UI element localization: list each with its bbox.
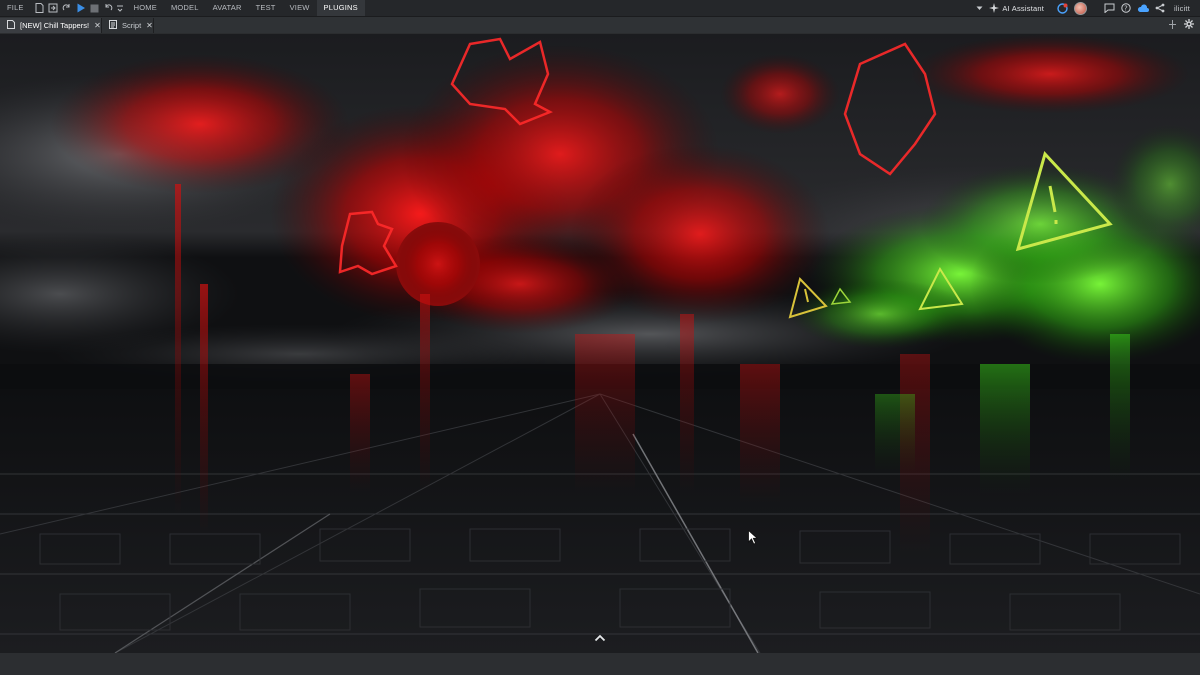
script-icon bbox=[109, 20, 117, 31]
cloud-icon[interactable] bbox=[1137, 3, 1150, 13]
tab-home[interactable]: HOME bbox=[127, 0, 164, 16]
redo-arrow-icon[interactable] bbox=[62, 3, 72, 13]
help-icon[interactable]: ? bbox=[1121, 3, 1131, 13]
close-icon[interactable]: ✕ bbox=[146, 21, 153, 30]
undo-icon[interactable] bbox=[103, 3, 113, 13]
place-icon bbox=[7, 20, 15, 31]
tab-script[interactable]: Script ✕ bbox=[102, 18, 154, 33]
tab-test[interactable]: TEST bbox=[249, 0, 283, 16]
tab-avatar[interactable]: AVATAR bbox=[206, 0, 249, 16]
mouse-cursor-icon bbox=[748, 529, 759, 550]
collaboration-icon[interactable] bbox=[1057, 2, 1068, 14]
play-icon[interactable] bbox=[76, 3, 86, 13]
scene-render bbox=[0, 34, 1200, 653]
customize-dropdown-icon[interactable] bbox=[116, 3, 123, 13]
new-file-icon[interactable] bbox=[35, 3, 44, 13]
tab-overflow-icon[interactable] bbox=[1169, 19, 1176, 31]
bottom-bar bbox=[0, 653, 1200, 675]
share-icon[interactable] bbox=[1155, 3, 1165, 13]
top-toolbar: FILE HOME MODEL AVATAR TEST VIEW PLUGINS bbox=[0, 0, 1200, 17]
publish-icon[interactable] bbox=[48, 3, 58, 13]
toolbar-right: AI Assistant ? ilicitt bbox=[973, 0, 1200, 16]
tab-label: Script bbox=[122, 21, 142, 30]
tab-view[interactable]: VIEW bbox=[283, 0, 317, 16]
tab-label: [NEW] Chill Tappers! bbox=[20, 21, 90, 30]
username[interactable]: ilicitt bbox=[1174, 4, 1190, 13]
ai-assistant-button[interactable]: AI Assistant bbox=[1002, 4, 1044, 13]
ai-sparkle-icon[interactable] bbox=[989, 3, 1000, 13]
chevron-down-icon[interactable] bbox=[976, 6, 983, 11]
tab-plugins[interactable]: PLUGINS bbox=[316, 0, 365, 16]
main-menu: FILE bbox=[0, 0, 31, 16]
quick-access-toolbar bbox=[31, 3, 127, 13]
svg-text:?: ? bbox=[1124, 5, 1128, 13]
tab-model[interactable]: MODEL bbox=[164, 0, 206, 16]
avatar[interactable] bbox=[1074, 1, 1088, 15]
tab-bar-right bbox=[1169, 17, 1200, 33]
close-icon[interactable]: ✕ bbox=[94, 21, 101, 30]
ribbon-tabs: HOME MODEL AVATAR TEST VIEW PLUGINS bbox=[127, 0, 365, 16]
chevron-up-icon[interactable] bbox=[592, 630, 608, 646]
game-viewport[interactable] bbox=[0, 34, 1200, 653]
stop-icon[interactable] bbox=[90, 4, 99, 13]
file-menu[interactable]: FILE bbox=[0, 0, 31, 16]
document-tab-bar: [NEW] Chill Tappers! ✕ Script ✕ bbox=[0, 17, 1200, 33]
chat-icon[interactable] bbox=[1104, 3, 1115, 13]
settings-gear-icon[interactable] bbox=[1184, 19, 1194, 31]
tab-place[interactable]: [NEW] Chill Tappers! ✕ bbox=[0, 18, 102, 33]
